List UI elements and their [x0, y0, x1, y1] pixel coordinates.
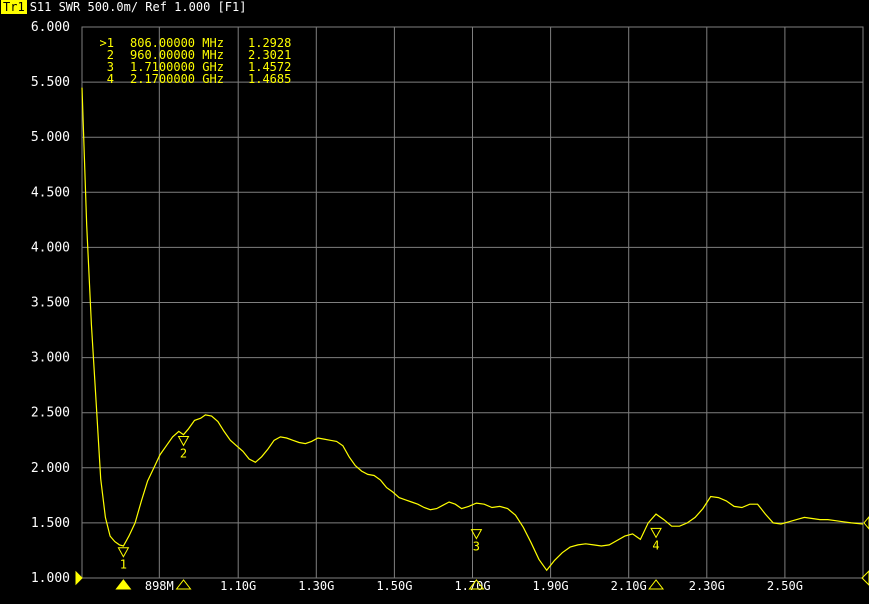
y-tick-label: 5.500: [31, 75, 70, 90]
axis-marker-triangle: [175, 579, 192, 590]
reference-arrow-left: [75, 570, 83, 586]
marker-triangle: [650, 527, 662, 539]
axis-marker-triangle: [648, 579, 665, 590]
marker-triangle: [117, 547, 130, 558]
x-tick-labels: 898M 1.10G 1.30G 1.50G 1.70G 1.90G 2.10G 2.30G 2…: [145, 579, 803, 593]
y-tick-label: 2.500: [31, 406, 70, 421]
x-tick-label: 2.50G: [767, 579, 803, 593]
marker-readout-number: 4: [107, 72, 114, 86]
marker-readout-frequency: 2.1700000 GHz: [130, 72, 224, 86]
x-tick-label: 1.70G: [454, 579, 490, 593]
trace-markers: 1 2 3 4: [117, 436, 662, 572]
x-tick-label: 1.50G: [376, 579, 412, 593]
marker-label: 3: [473, 540, 480, 554]
y-tick-label: 6.000: [31, 20, 70, 35]
y-tick-label: 2.000: [31, 461, 70, 476]
x-tick-label: 2.30G: [689, 579, 725, 593]
marker-readout-value: 1.4685: [248, 72, 291, 86]
y-tick-label: 3.000: [31, 351, 70, 366]
analyzer-screen: Tr1 S11 SWR 500.0m/ Ref 1.000 [F1] 6.000 5…: [0, 0, 869, 604]
x-tick-label: 1.90G: [533, 579, 569, 593]
marker-label: 1: [120, 558, 127, 572]
y-tick-label: 1.000: [31, 571, 70, 586]
reference-arrow-right: [863, 516, 869, 530]
y-tick-label: 5.000: [31, 130, 70, 145]
x-tick-label: 2.10G: [611, 579, 647, 593]
marker-readout-table: >1 806.00000 MHz 1.29282 960.00000 MHz 2.302…: [100, 36, 292, 86]
x-tick-label: 1.10G: [220, 579, 256, 593]
y-tick-label: 4.500: [31, 185, 70, 200]
marker-triangle: [177, 436, 190, 447]
swr-chart[interactable]: 6.000 5.500 5.000 4.500 4.000 3.500 3.000 2.500…: [0, 0, 869, 604]
y-tick-label: 3.500: [31, 296, 70, 311]
y-tick-labels: 6.000 5.500 5.000 4.500 4.000 3.500 3.000 2.500…: [31, 20, 70, 586]
marker-label: 4: [652, 538, 659, 552]
axis-marker-triangle: [115, 579, 132, 590]
x-tick-label: 1.30G: [298, 579, 334, 593]
y-tick-label: 1.500: [31, 516, 70, 531]
y-tick-label: 4.000: [31, 240, 70, 255]
x-tick-label: 898M: [145, 579, 174, 593]
marker-label: 2: [180, 447, 187, 461]
